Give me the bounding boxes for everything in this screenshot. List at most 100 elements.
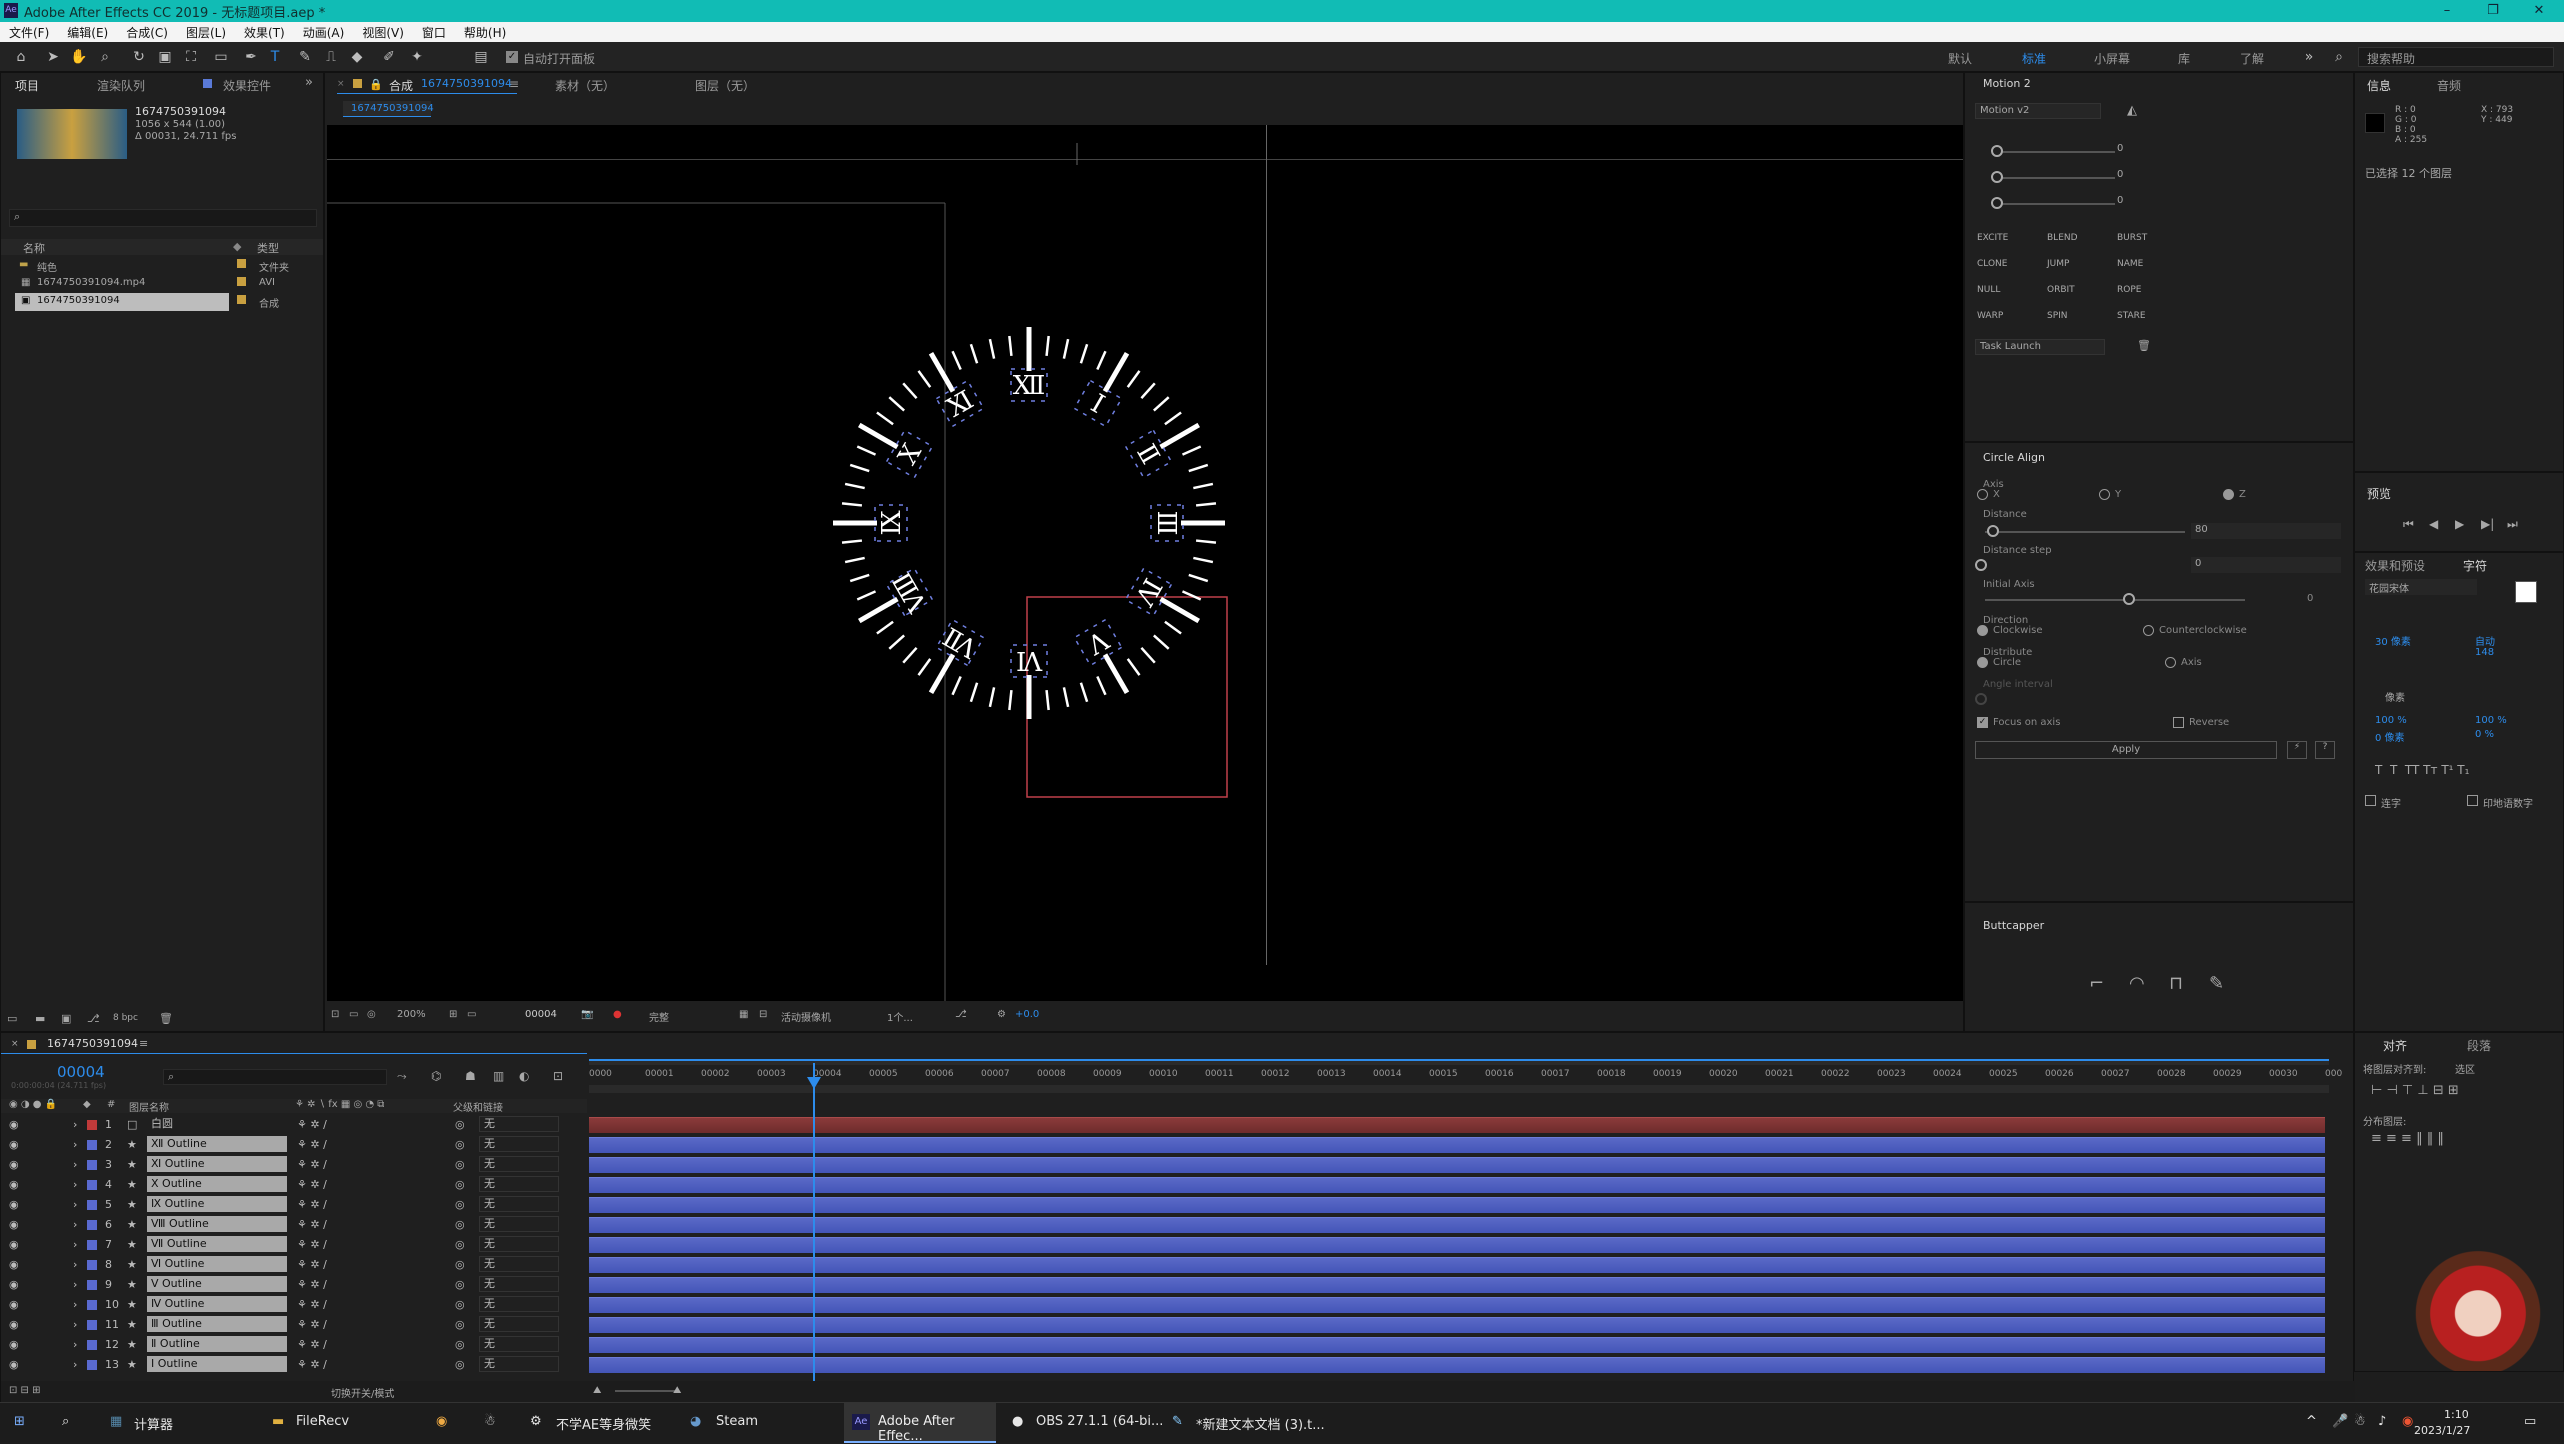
- motion-button-burst[interactable]: BURST: [2117, 233, 2147, 243]
- selection-tool-icon[interactable]: ➤: [44, 48, 62, 66]
- eye-icon[interactable]: ◉: [9, 1298, 19, 1311]
- layer-viewer-tab[interactable]: 图层（无）: [695, 77, 755, 94]
- pickwhip-icon[interactable]: ◎: [455, 1338, 465, 1351]
- twirl-arrow-icon[interactable]: ›: [73, 1258, 77, 1271]
- layer-name[interactable]: Ⅻ Outline: [147, 1136, 287, 1152]
- parent-dropdown[interactable]: 无: [479, 1136, 559, 1152]
- task-launch-dropdown[interactable]: Task Launch: [1975, 339, 2105, 355]
- views-dropdown[interactable]: 1个...: [887, 1009, 913, 1024]
- clock-numeral[interactable]: Ⅱ: [1130, 439, 1165, 469]
- timeline-zoom-slider[interactable]: [615, 1390, 675, 1392]
- leading-value[interactable]: 自动: [2475, 633, 2495, 648]
- zoom-tool-icon[interactable]: ⌕: [96, 48, 114, 66]
- graph-editor-icon[interactable]: ⊡: [553, 1069, 563, 1083]
- tab-effects-presets[interactable]: 效果和预设: [2365, 557, 2425, 574]
- layer-duration-bar[interactable]: [589, 1137, 2325, 1153]
- close-tab-icon[interactable]: ×: [337, 79, 345, 89]
- layer-row[interactable]: ◉ › 13 ★ Ⅰ Outline ⚘ ✲ ∕ ◎ 无: [1, 1355, 587, 1375]
- layer-duration-bar[interactable]: [589, 1117, 2325, 1133]
- brush-tool-icon[interactable]: ✎: [296, 48, 314, 66]
- workspace-default[interactable]: 默认: [1948, 50, 1972, 67]
- layer-duration-bar[interactable]: [589, 1197, 2325, 1213]
- task-trash-icon[interactable]: 🗑: [2137, 339, 2151, 352]
- layer-name[interactable]: Ⅴ Outline: [147, 1276, 287, 1292]
- layer-row[interactable]: ◉ › 1 □ 白圆 ⚘ ✲ ∕ ◎ 无: [1, 1115, 587, 1135]
- tab-info[interactable]: 信息: [2367, 77, 2391, 94]
- comp-tab-label[interactable]: 合成: [389, 77, 413, 94]
- parent-dropdown[interactable]: 无: [479, 1216, 559, 1232]
- layer-label-swatch[interactable]: [87, 1280, 97, 1290]
- layer-row[interactable]: ◉ › 12 ★ Ⅱ Outline ⚘ ✲ ∕ ◎ 无: [1, 1335, 587, 1355]
- layer-duration-bar[interactable]: [589, 1297, 2325, 1313]
- menu-layer[interactable]: 图层(L): [177, 24, 235, 41]
- square-cap-icon[interactable]: ⊓: [2169, 973, 2183, 994]
- tab-effect-controls[interactable]: 效果控件: [223, 77, 271, 94]
- footer-toggle-icons[interactable]: ⊡ ⊟ ⊞: [9, 1385, 41, 1396]
- camera-dropdown[interactable]: 活动摄像机: [781, 1009, 831, 1024]
- layer-duration-bar[interactable]: [589, 1177, 2325, 1193]
- layer-switches-icons[interactable]: ⚘ ✲ ∕: [297, 1198, 327, 1211]
- clock-numeral[interactable]: Ⅷ: [887, 566, 934, 617]
- shy-icon[interactable]: ☗: [465, 1069, 476, 1083]
- hindi-digits-checkbox[interactable]: [2467, 795, 2478, 806]
- distribute-circle-radio[interactable]: [1977, 657, 1988, 668]
- twirl-arrow-icon[interactable]: ›: [73, 1338, 77, 1351]
- new-folder-icon[interactable]: ▬: [35, 1012, 45, 1025]
- roto-brush-tool-icon[interactable]: ✐: [380, 48, 398, 66]
- horizontal-scale-value[interactable]: 100 %: [2475, 715, 2507, 726]
- help-button[interactable]: ?: [2315, 741, 2335, 759]
- angle-interval-knob[interactable]: [1975, 693, 1987, 705]
- ease-value-3[interactable]: 0: [2117, 195, 2123, 206]
- ease-knob-2[interactable]: [1991, 171, 2003, 183]
- eye-icon[interactable]: ◉: [9, 1318, 19, 1331]
- comp-tab-name[interactable]: 1674750391094: [421, 77, 512, 90]
- reverse-checkbox[interactable]: [2173, 717, 2184, 728]
- ease-value-2[interactable]: 0: [2117, 169, 2123, 180]
- motion-preset-dropdown[interactable]: Motion v2: [1975, 103, 2101, 119]
- align-to-dropdown[interactable]: 选区: [2455, 1061, 2475, 1076]
- pickwhip-icon[interactable]: ◎: [455, 1158, 465, 1171]
- start-icon[interactable]: ⊞: [14, 1414, 25, 1429]
- parent-dropdown[interactable]: 无: [479, 1316, 559, 1332]
- maximize-button[interactable]: ❐: [2470, 0, 2516, 22]
- layer-label-swatch[interactable]: [87, 1240, 97, 1250]
- snapshot-icon[interactable]: 📷: [581, 1009, 593, 1020]
- ease-slider-1[interactable]: [1995, 151, 2115, 153]
- transparency-icon[interactable]: ▦: [739, 1009, 748, 1020]
- clockwise-radio[interactable]: [1977, 625, 1988, 636]
- ease-value-1[interactable]: 0: [2117, 143, 2123, 154]
- axis-y-radio[interactable]: [2099, 489, 2110, 500]
- parent-dropdown[interactable]: 无: [479, 1176, 559, 1192]
- ligature-checkbox[interactable]: [2365, 795, 2376, 806]
- layer-label-swatch[interactable]: [87, 1140, 97, 1150]
- distribute-buttons-icons[interactable]: ≡ ≡ ≡ ‖ ‖ ‖: [2371, 1131, 2444, 1146]
- distance-input[interactable]: 80: [2191, 523, 2341, 539]
- zoom-out-icon[interactable]: ⛰: [593, 1385, 601, 1396]
- twirl-arrow-icon[interactable]: ›: [73, 1238, 77, 1251]
- layer-row[interactable]: ◉ › 8 ★ Ⅵ Outline ⚘ ✲ ∕ ◎ 无: [1, 1255, 587, 1275]
- taskbar-steam[interactable]: Steam: [716, 1414, 758, 1429]
- tab-render-queue[interactable]: 渲染队列: [97, 77, 145, 94]
- focus-on-axis-checkbox[interactable]: ✓: [1977, 717, 1988, 728]
- layer-switches-icons[interactable]: ⚘ ✲ ∕: [297, 1138, 327, 1151]
- zoom-in-icon[interactable]: ⛰: [673, 1385, 681, 1396]
- tab-character[interactable]: 字符: [2463, 557, 2487, 574]
- preview-title[interactable]: 预览: [2367, 485, 2391, 502]
- menu-animation[interactable]: 动画(A): [294, 24, 354, 41]
- parent-link-header[interactable]: 父级和链接: [453, 1099, 503, 1114]
- layer-switches-icons[interactable]: ⚘ ✲ ∕: [297, 1258, 327, 1271]
- tab-align[interactable]: 对齐: [2383, 1037, 2407, 1054]
- tab-audio[interactable]: 音频: [2437, 77, 2461, 94]
- layer-name[interactable]: Ⅱ Outline: [147, 1336, 287, 1352]
- ease-knob-3[interactable]: [1991, 197, 2003, 209]
- eye-icon[interactable]: ◉: [9, 1238, 19, 1251]
- bit-depth-label[interactable]: 8 bpc: [113, 1013, 138, 1023]
- color-channel-icon[interactable]: ●: [613, 1009, 622, 1020]
- motion-button-null[interactable]: NULL: [1977, 285, 2000, 295]
- type-tool-icon[interactable]: T: [266, 48, 284, 66]
- layer-duration-bar[interactable]: [589, 1257, 2325, 1273]
- eye-icon[interactable]: ◉: [9, 1358, 19, 1371]
- clock-numeral[interactable]: Ⅻ: [1013, 371, 1046, 401]
- motion-button-spin[interactable]: SPIN: [2047, 311, 2068, 321]
- layer-switches-icons[interactable]: ⚘ ✲ ∕: [297, 1358, 327, 1371]
